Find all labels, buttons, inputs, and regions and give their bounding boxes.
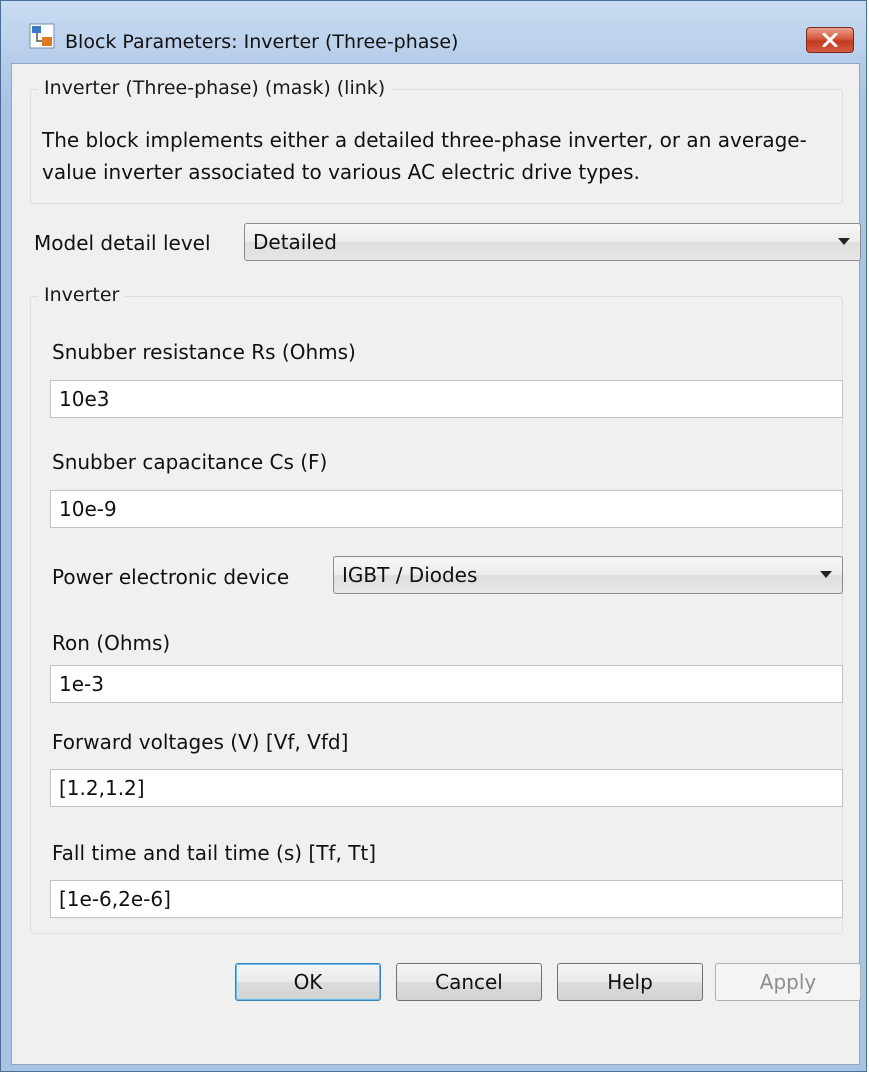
window-title: Block Parameters: Inverter (Three-phase): [65, 31, 459, 53]
model-detail-level-select[interactable]: Detailed: [244, 223, 861, 261]
fall-tail-time-label: Fall time and tail time (s) [Tf, Tt]: [52, 841, 377, 865]
snubber-resistance-input[interactable]: 10e3: [50, 380, 843, 418]
power-device-label: Power electronic device: [52, 565, 290, 589]
snubber-capacitance-input[interactable]: 10e-9: [50, 490, 843, 528]
chevron-down-icon: [820, 571, 832, 578]
help-button[interactable]: Help: [557, 963, 703, 1001]
simulink-block-icon: [29, 23, 55, 49]
ron-input[interactable]: 1e-3: [50, 665, 843, 703]
title-bar[interactable]: Block Parameters: Inverter (Three-phase): [1, 1, 866, 63]
cancel-button[interactable]: Cancel: [396, 963, 542, 1001]
model-detail-level-label: Model detail level: [34, 231, 211, 255]
mask-group-legend: Inverter (Three-phase) (mask) (link): [38, 77, 392, 99]
power-device-select[interactable]: IGBT / Diodes: [333, 556, 843, 594]
forward-voltages-input[interactable]: [1.2,1.2]: [50, 769, 843, 807]
forward-voltages-label: Forward voltages (V) [Vf, Vfd]: [52, 730, 349, 754]
snubber-resistance-label: Snubber resistance Rs (Ohms): [52, 340, 356, 364]
mask-description: The block implements either a detailed t…: [42, 128, 807, 184]
model-detail-level-value: Detailed: [253, 230, 337, 254]
close-icon: [822, 33, 838, 47]
snubber-capacitance-label: Snubber capacitance Cs (F): [52, 450, 328, 474]
close-button[interactable]: [806, 27, 854, 53]
fall-tail-time-input[interactable]: [1e-6,2e-6]: [50, 880, 843, 918]
dialog-client-area: Inverter (Three-phase) (mask) (link) The…: [11, 63, 861, 1065]
inverter-group-legend: Inverter: [38, 284, 126, 306]
chevron-down-icon: [838, 238, 850, 245]
power-device-value: IGBT / Diodes: [342, 563, 478, 587]
apply-button[interactable]: Apply: [715, 963, 861, 1001]
ok-button[interactable]: OK: [235, 963, 381, 1001]
block-parameters-dialog: Block Parameters: Inverter (Three-phase)…: [0, 0, 867, 1072]
ron-label: Ron (Ohms): [52, 631, 171, 655]
